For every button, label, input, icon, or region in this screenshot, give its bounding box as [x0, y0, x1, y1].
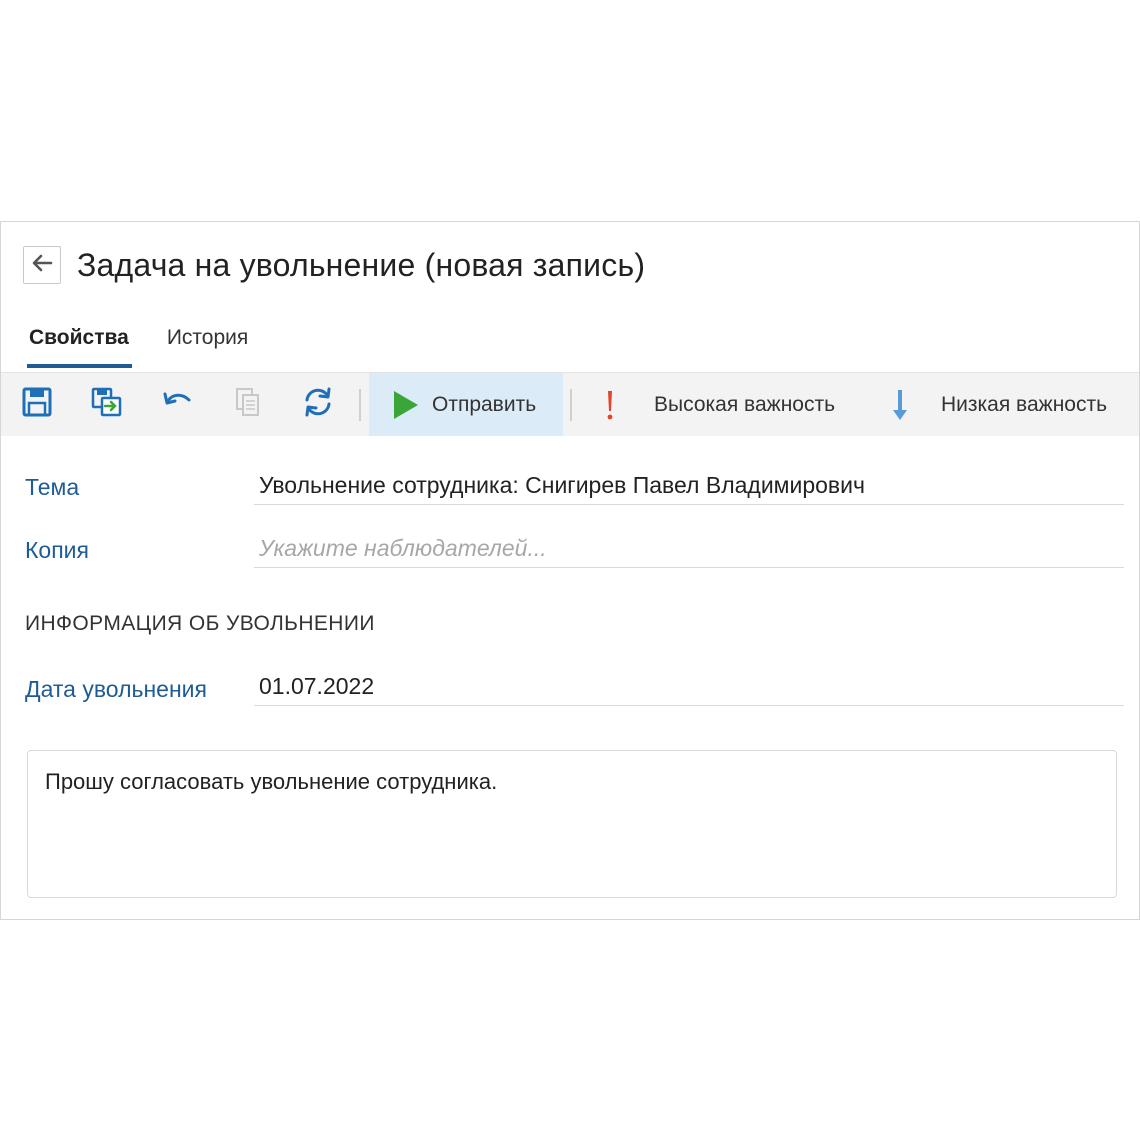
tab-properties[interactable]: Свойства [27, 326, 132, 372]
low-importance-button[interactable]: Низкая важность [890, 373, 1107, 436]
high-importance-label: Высокая важность [654, 392, 836, 416]
toolbar: Отправить Высокая важность Низкая важнос… [1, 372, 1139, 436]
subject-input[interactable]: Увольнение сотрудника: Снигирев Павел Вл… [254, 467, 1124, 505]
observers-input[interactable]: Укажите наблюдателей... [254, 530, 1124, 568]
save-and-close-icon [91, 387, 123, 422]
toolbar-divider [359, 389, 361, 421]
arrow-down-icon [890, 389, 910, 421]
dismissal-date-input[interactable]: 01.07.2022 [254, 668, 1124, 706]
save-icon [22, 387, 52, 422]
exclamation-icon [603, 389, 617, 421]
low-importance-label: Низкая важность [941, 392, 1108, 416]
task-card: Задача на увольнение (новая запись) Свой… [0, 221, 1140, 920]
copy-icon [234, 387, 262, 422]
tab-history[interactable]: История [167, 326, 248, 372]
undo-icon [162, 390, 192, 419]
dismissal-date-label: Дата увольнения [25, 676, 207, 702]
comment-textarea[interactable]: Прошу согласовать увольнение сотрудника. [27, 750, 1117, 898]
tab-bar: Свойства История [27, 326, 286, 372]
send-button[interactable]: Отправить [369, 373, 563, 436]
section-title: ИНФОРМАЦИЯ ОБ УВОЛЬНЕНИИ [25, 612, 375, 635]
subject-label: Тема [25, 474, 80, 500]
page-title: Задача на увольнение (новая запись) [77, 246, 646, 283]
high-importance-button[interactable]: Высокая важность [603, 373, 835, 436]
save-button[interactable] [2, 373, 72, 436]
copy-label: Копия [25, 537, 89, 563]
arrow-left-icon [31, 254, 53, 277]
toolbar-divider [570, 389, 572, 421]
send-label: Отправить [432, 392, 537, 416]
back-button[interactable] [23, 246, 61, 284]
play-icon [393, 390, 419, 420]
header: Задача на увольнение (новая запись) [23, 246, 645, 284]
refresh-button[interactable] [283, 373, 353, 436]
save-and-close-button[interactable] [72, 373, 142, 436]
undo-button[interactable] [142, 373, 212, 436]
refresh-icon [302, 386, 334, 423]
copy-button[interactable] [213, 373, 283, 436]
